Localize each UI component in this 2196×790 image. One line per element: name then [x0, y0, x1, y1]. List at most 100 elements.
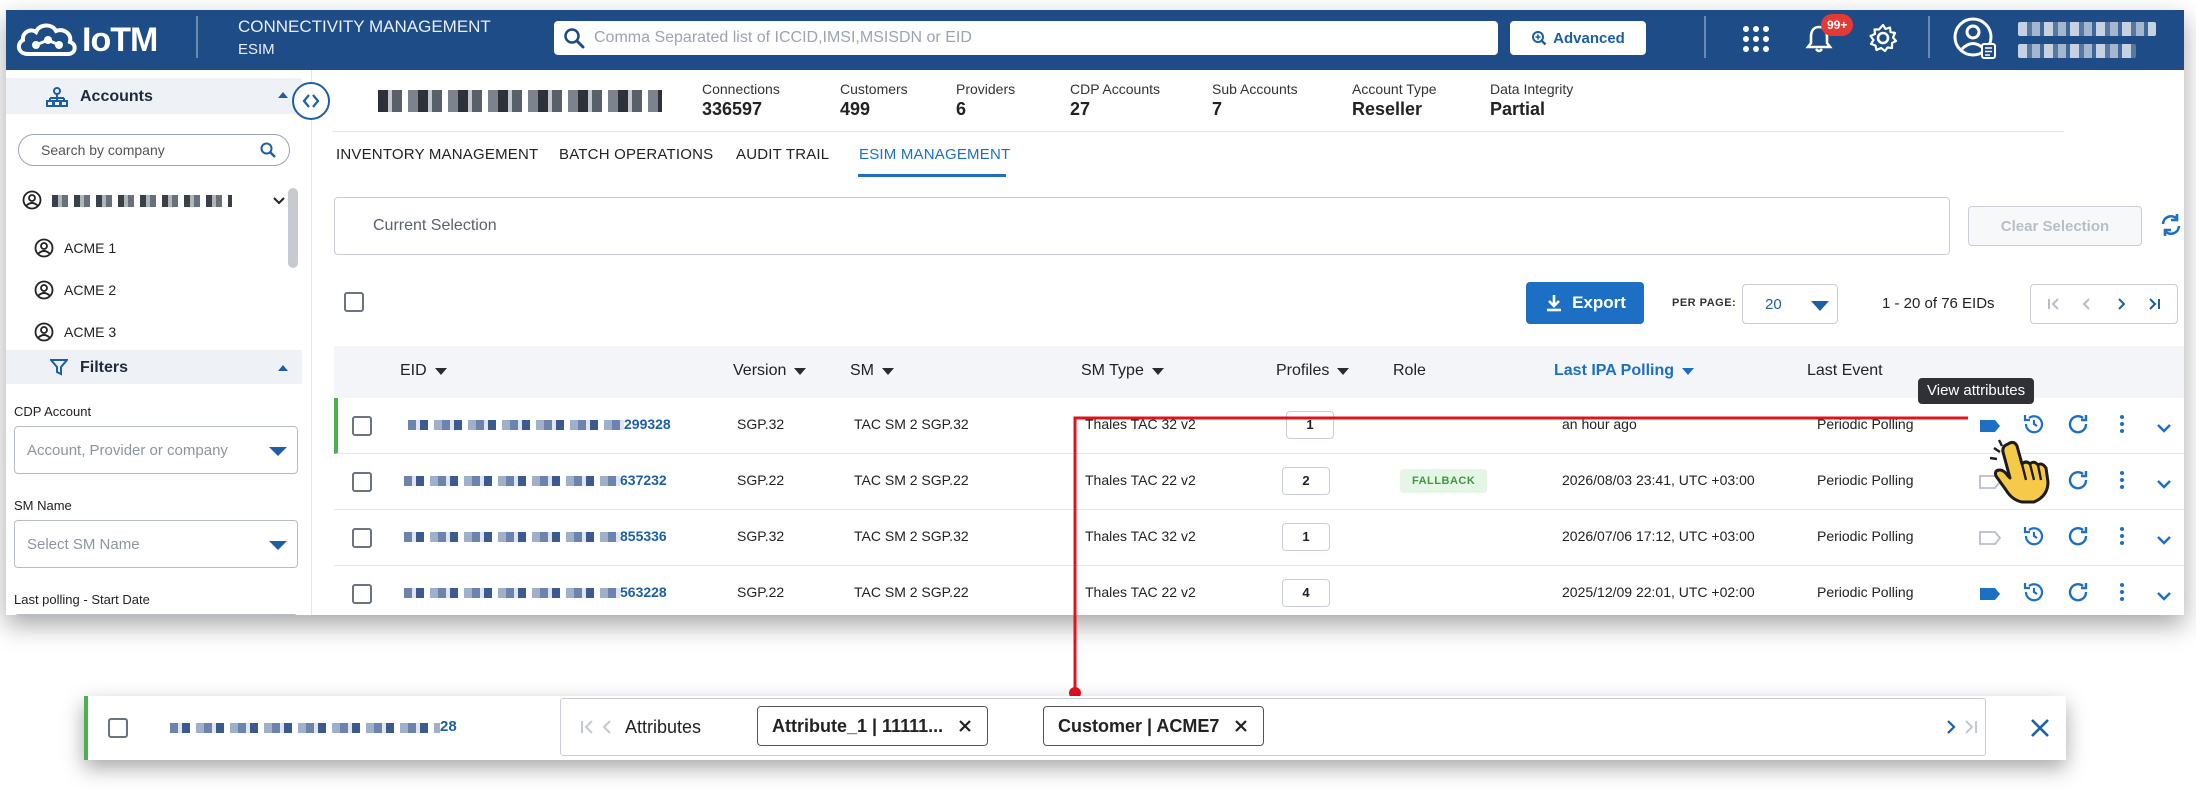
caret-up-icon[interactable]: [276, 361, 290, 375]
first-page-icon[interactable]: [2045, 295, 2063, 313]
more-vertical-icon[interactable]: [2110, 412, 2134, 436]
column-header-role[interactable]: Role: [1393, 362, 1426, 380]
eid-link[interactable]: 299328: [624, 416, 671, 432]
prev-page-icon[interactable]: [597, 717, 617, 737]
more-vertical-icon[interactable]: [2110, 524, 2134, 548]
last-polling-start-date[interactable]: [14, 614, 298, 615]
eid-link[interactable]: 637232: [620, 472, 667, 488]
attribute-chip[interactable]: Customer | ACME7: [1043, 706, 1265, 746]
column-header-last-event[interactable]: Last Event: [1807, 362, 1883, 380]
clear-selection-button[interactable]: Clear Selection: [1968, 206, 2142, 246]
row-checkbox[interactable]: [352, 416, 372, 436]
eid-link[interactable]: 563228: [620, 584, 667, 600]
column-header-profiles[interactable]: Profiles: [1276, 362, 1350, 380]
refresh-icon[interactable]: [2066, 524, 2090, 548]
sm-name-placeholder: Select SM Name: [27, 535, 140, 553]
company-item[interactable]: ACME 3: [34, 320, 234, 344]
table-row[interactable]: 563228 SGP.22 TAC SM 2 SGP.22 Thales TAC…: [334, 566, 2184, 615]
profiles-count[interactable]: 1: [1282, 523, 1330, 551]
sidebar-collapse-button[interactable]: [292, 82, 330, 120]
filters-header[interactable]: Filters: [6, 350, 302, 384]
per-page-select[interactable]: 20: [1742, 284, 1838, 324]
first-page-icon[interactable]: [577, 717, 597, 737]
caret-up-icon[interactable]: [276, 88, 290, 102]
stat-value: 7: [1212, 99, 1223, 119]
gear-icon[interactable]: [1868, 23, 1898, 53]
eid-link[interactable]: 855336: [620, 528, 667, 544]
global-search-input[interactable]: [586, 29, 1498, 47]
history-icon[interactable]: [2022, 524, 2046, 548]
history-icon[interactable]: [2022, 412, 2046, 436]
dropdown-caret-icon: [1811, 301, 1829, 311]
module-subtitle: ESIM: [238, 41, 275, 58]
close-icon[interactable]: [2028, 716, 2052, 740]
prev-page-icon[interactable]: [2078, 295, 2096, 313]
refresh-icon[interactable]: [2066, 468, 2090, 492]
app-window: IoTM CONNECTIVITY MANAGEMENT ESIM Advanc…: [6, 10, 2184, 615]
profiles-count[interactable]: 1: [1286, 411, 1334, 439]
attribute-chip[interactable]: Attribute_1 | 11111...: [757, 706, 989, 746]
cdp-account-placeholder: Account, Provider or company: [27, 441, 228, 459]
close-icon[interactable]: [957, 718, 973, 734]
more-vertical-icon[interactable]: [2110, 468, 2134, 492]
company-item[interactable]: ACME 1: [34, 236, 234, 260]
chevron-down-icon[interactable]: [2152, 584, 2176, 608]
version-cell: SGP.32: [737, 416, 785, 432]
tab-audit-trail[interactable]: AUDIT TRAIL: [736, 146, 829, 163]
row-checkbox[interactable]: [352, 528, 372, 548]
tab-batch-operations[interactable]: BATCH OPERATIONS: [559, 146, 713, 163]
tab-esim-management[interactable]: ESIM MANAGEMENT: [859, 146, 1010, 163]
user-avatar-icon[interactable]: [1952, 16, 1998, 62]
column-header-last-ipa-polling[interactable]: Last IPA Polling: [1554, 362, 1695, 380]
row-checkbox[interactable]: [108, 718, 128, 738]
current-selection-box[interactable]: Current Selection: [334, 197, 1950, 255]
cdp-account-select[interactable]: Account, Provider or company: [14, 426, 298, 474]
eid-link[interactable]: 28: [440, 718, 457, 735]
tag-filled-icon[interactable]: [1978, 414, 2002, 438]
close-icon[interactable]: [1233, 718, 1249, 734]
apps-grid-icon[interactable]: [1742, 25, 1770, 53]
logo[interactable]: IoTM: [14, 18, 158, 62]
export-button[interactable]: Export: [1526, 282, 1644, 324]
company-root[interactable]: [22, 190, 292, 212]
chevron-down-icon[interactable]: [2152, 416, 2176, 440]
table-row[interactable]: 299328 SGP.32 TAC SM 2 SGP.32 Thales TAC…: [334, 398, 2184, 454]
accounts-header[interactable]: Accounts: [6, 78, 302, 114]
next-page-icon[interactable]: [1941, 717, 1961, 737]
advanced-search-button[interactable]: Advanced: [1510, 21, 1646, 55]
search-icon: [260, 142, 276, 158]
tab-inventory-management[interactable]: INVENTORY MANAGEMENT: [336, 146, 538, 163]
company-item[interactable]: ACME 2: [34, 278, 234, 302]
sync-icon[interactable]: [2158, 212, 2184, 238]
column-header-version[interactable]: Version: [733, 362, 807, 380]
last-event-cell: Periodic Polling: [1817, 416, 1914, 432]
profiles-count[interactable]: 4: [1282, 579, 1330, 607]
tag-outline-icon[interactable]: [1978, 526, 2002, 550]
last-page-icon[interactable]: [2145, 295, 2163, 313]
table-row[interactable]: 637232 SGP.22 TAC SM 2 SGP.22 Thales TAC…: [334, 454, 2184, 510]
refresh-icon[interactable]: [2066, 412, 2090, 436]
scrollbar[interactable]: [288, 188, 298, 268]
profiles-count[interactable]: 2: [1282, 467, 1330, 495]
next-page-icon[interactable]: [2112, 295, 2130, 313]
last-page-icon[interactable]: [1961, 717, 1981, 737]
global-search[interactable]: [554, 21, 1498, 55]
column-header-sm-type[interactable]: SM Type: [1081, 362, 1164, 380]
company-search-input[interactable]: [41, 142, 259, 158]
chevron-down-icon[interactable]: [2152, 528, 2176, 552]
refresh-icon[interactable]: [2066, 580, 2090, 604]
row-checkbox[interactable]: [352, 472, 372, 492]
table-row[interactable]: 855336 SGP.32 TAC SM 2 SGP.32 Thales TAC…: [334, 510, 2184, 566]
select-all-checkbox[interactable]: [344, 292, 364, 312]
column-header-eid[interactable]: EID: [400, 362, 447, 380]
column-header-sm[interactable]: SM: [850, 362, 894, 380]
company-search[interactable]: [18, 134, 290, 166]
history-icon[interactable]: [2022, 580, 2046, 604]
sm-name-select[interactable]: Select SM Name: [14, 520, 298, 568]
chevron-down-icon[interactable]: [272, 194, 286, 208]
row-checkbox[interactable]: [352, 584, 372, 604]
stat-value: 6: [956, 99, 967, 119]
chevron-down-icon[interactable]: [2152, 472, 2176, 496]
more-vertical-icon[interactable]: [2110, 580, 2134, 604]
tag-filled-icon[interactable]: [1978, 582, 2002, 606]
